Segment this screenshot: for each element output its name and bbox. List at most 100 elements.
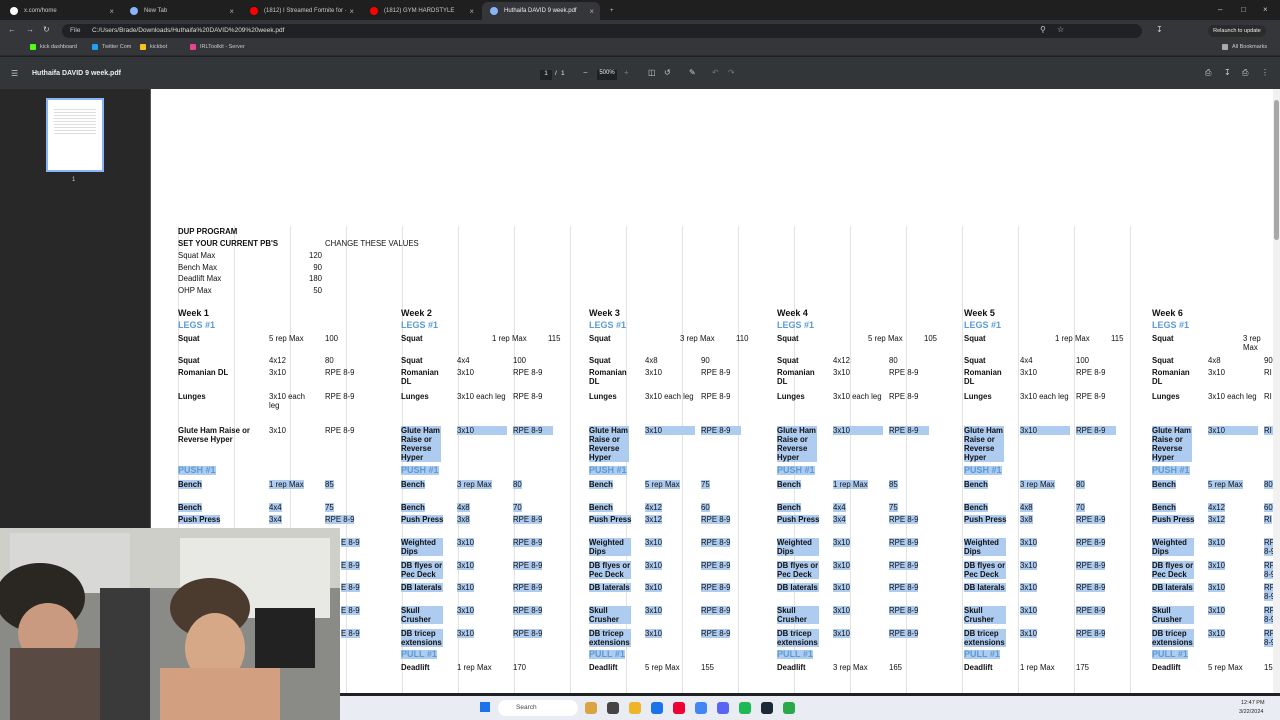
exercise-name: Bench <box>401 503 425 512</box>
rotate-icon[interactable]: ↺ <box>664 68 671 77</box>
exercise-load: 85 <box>889 480 898 489</box>
zoom-icon[interactable]: ⚲ <box>1040 25 1046 34</box>
bookmark-item[interactable]: Twitter Com <box>92 44 131 50</box>
all-bookmarks[interactable]: All Bookmarks <box>1222 44 1267 50</box>
start-icon[interactable] <box>480 702 490 712</box>
page-thumbnail[interactable] <box>46 98 104 172</box>
zoom-out-icon[interactable]: − <box>583 68 588 77</box>
download-icon[interactable]: ↧ <box>1156 25 1163 34</box>
discord-icon[interactable] <box>717 702 729 714</box>
steam-icon[interactable] <box>761 702 773 714</box>
exercise-scheme: 3x10 <box>1020 426 1070 435</box>
exercise-scheme: 3x10 each leg <box>645 392 694 401</box>
exercise-load-partial: E 8-9 <box>341 561 360 570</box>
tab-5[interactable]: Huthaifa DAVID 9 week.pdf × <box>482 2 600 20</box>
exercise-load: 70 <box>1076 503 1085 512</box>
exercise-name: Lunges <box>777 392 805 401</box>
bookmark-item[interactable]: IRLToolkit - Server <box>190 44 245 50</box>
exercise-scheme: 3x10 <box>1020 538 1037 547</box>
annotate-icon[interactable]: ✎ <box>689 68 696 77</box>
tab-close-icon[interactable]: × <box>109 7 114 16</box>
redo-icon[interactable]: ↷ <box>728 68 735 77</box>
exercise-scheme: 3x10 <box>833 629 850 638</box>
push-label: PUSH #1 <box>401 465 439 475</box>
reload-icon[interactable]: ↻ <box>43 25 50 34</box>
exercise-load: RPE 8-9 <box>701 392 731 401</box>
address-bar[interactable]: File C:/Users/Brade/Downloads/Huthaifa%2… <box>62 24 1142 38</box>
exercise-scheme: 4x12 <box>645 503 662 512</box>
exercise-load: RPE 8-9 <box>1264 583 1273 601</box>
exercise-load: RPE 8-9 <box>325 368 355 377</box>
exercise-scheme: 3x4 <box>269 514 282 524</box>
exercise-scheme: 3x10 <box>1020 629 1037 638</box>
task-view-icon[interactable] <box>607 702 619 714</box>
exercise-name: Squat <box>1152 356 1174 365</box>
more-options-icon[interactable]: ⋮ <box>1261 68 1269 77</box>
zoom-in-icon[interactable]: + <box>624 68 629 77</box>
zoom-input[interactable]: 500% <box>597 70 617 80</box>
tab-1[interactable]: x.com/home × <box>2 2 120 20</box>
exercise-scheme: 1 rep Max <box>1020 663 1055 672</box>
download-pdf-icon[interactable]: ↧ <box>1224 68 1231 77</box>
exercise-name: Push Press <box>1152 514 1195 524</box>
save-icon[interactable]: ⎙ <box>1205 68 1211 78</box>
max-value: 50 <box>313 286 322 296</box>
tab-favicon-icon <box>370 7 378 15</box>
file-explorer-icon[interactable] <box>629 702 641 714</box>
print-icon[interactable]: ⎙ <box>1242 68 1248 78</box>
tab-close-icon[interactable]: × <box>469 7 474 16</box>
exercise-name: Glute Ham Raise or Reverse Hyper <box>178 426 250 444</box>
fit-page-icon[interactable]: ◫ <box>648 68 656 77</box>
bookmark-star-icon[interactable]: ☆ <box>1057 25 1064 34</box>
exercise-name: Weighted Dips <box>589 538 631 556</box>
gridline <box>962 226 963 693</box>
taskbar-search[interactable]: Search <box>498 700 578 716</box>
exercise-load: RPE 8-9 <box>701 538 731 547</box>
exercise-load: RPE 8-9 <box>889 629 919 638</box>
excel-icon[interactable] <box>783 702 795 714</box>
page-number-input[interactable]: 1 <box>540 70 552 80</box>
pull-label: PULL #1 <box>401 649 437 659</box>
exercise-scheme: 1 rep Max <box>833 480 868 489</box>
pull-label: PULL #1 <box>964 649 1000 659</box>
exercise-name: Lunges <box>589 392 617 401</box>
gridline <box>1130 226 1131 693</box>
exercise-load: 115 <box>1111 334 1124 343</box>
widgets-icon[interactable] <box>585 702 597 714</box>
menu-icon[interactable]: ☰ <box>11 69 18 78</box>
tab-close-icon[interactable]: × <box>589 7 594 16</box>
back-icon[interactable]: ← <box>8 25 16 34</box>
max-value: 180 <box>308 274 322 284</box>
exercise-load: RPE 8-9 <box>513 426 553 435</box>
program-title: DUP PROGRAM <box>178 227 238 236</box>
tab-4[interactable]: (1812) GYM HARDSTYLE × <box>362 2 480 20</box>
exercise-load: 80 <box>1076 480 1085 489</box>
exercise-scheme: 3x8 <box>1020 514 1033 524</box>
minimize-icon[interactable]: – <box>1218 5 1222 14</box>
spotify-icon[interactable] <box>739 702 751 714</box>
new-tab-button[interactable]: + <box>602 2 618 20</box>
davinci-icon[interactable] <box>673 702 685 714</box>
bookmark-item[interactable]: kick dashboard <box>30 44 77 50</box>
tab-3[interactable]: (1812) I Streamed Fortnite for · × <box>242 2 360 20</box>
edge-icon[interactable] <box>695 702 707 714</box>
tab-close-icon[interactable]: × <box>229 7 234 16</box>
exercise-scheme: 3x10 each leg <box>833 392 882 401</box>
close-window-icon[interactable]: × <box>1263 5 1268 14</box>
chrome-icon[interactable] <box>651 702 663 714</box>
exercise-name: Deadlift <box>964 663 993 672</box>
exercise-scheme: 3x10 <box>457 426 507 435</box>
exercise-scheme: 3x10 each leg <box>269 392 305 410</box>
exercise-scheme: 3x10 <box>457 561 474 570</box>
tab-close-icon[interactable]: × <box>349 7 354 16</box>
bookmark-item[interactable]: kickbot <box>140 44 167 50</box>
exercise-scheme: 3x10 <box>1020 606 1037 615</box>
scrollbar-thumb[interactable] <box>1274 100 1279 240</box>
exercise-load: RPE 8-9 <box>701 561 731 570</box>
exercise-load: 60 <box>701 503 710 512</box>
tab-2[interactable]: New Tab × <box>122 2 240 20</box>
forward-icon[interactable]: → <box>26 25 34 34</box>
relaunch-button[interactable]: Relaunch to update <box>1208 25 1266 37</box>
undo-icon[interactable]: ↶ <box>712 68 719 77</box>
maximize-icon[interactable]: □ <box>1241 5 1246 14</box>
